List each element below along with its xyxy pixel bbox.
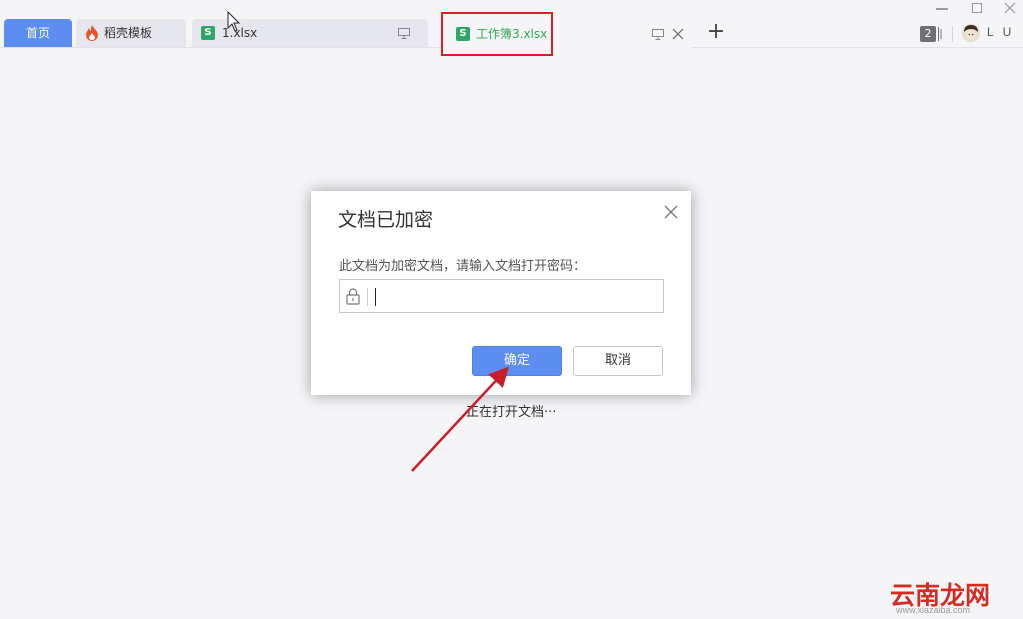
flame-icon [86, 25, 98, 41]
opening-status-text: 正在打开文档··· [466, 405, 557, 420]
username[interactable]: L U [987, 25, 1014, 39]
window-close-icon[interactable] [1004, 2, 1016, 14]
new-tab-button[interactable]: + [706, 21, 726, 43]
avatar-face-icon [962, 24, 980, 42]
monitor-icon[interactable] [398, 28, 410, 39]
dialog-title: 文档已加密 [338, 209, 434, 231]
dialog-message: 此文档为加密文档，请输入文档打开密码： [339, 259, 587, 274]
tab-templates-label: 稻壳模板 [104, 26, 153, 40]
text-caret [375, 288, 376, 306]
password-field-divider [367, 288, 368, 306]
lock-icon [346, 288, 360, 305]
annotation-highlight-box [441, 12, 553, 56]
app-window: 首页 稻壳模板 S 1.xlsx S 工作簿3.xlsx + 2 L U 正在打… [0, 0, 1023, 619]
close-tab-icon[interactable] [672, 28, 684, 40]
confirm-button[interactable]: 确定 [472, 346, 562, 376]
watermark: 云南龙网 www.xiazaiba.com [884, 572, 1023, 619]
tab-count-badge[interactable]: 2 [920, 26, 936, 42]
password-field[interactable] [339, 279, 664, 313]
avatar[interactable] [962, 24, 980, 42]
monitor-icon[interactable] [652, 29, 664, 40]
header-divider [952, 26, 953, 42]
mouse-cursor-icon [227, 11, 241, 32]
spreadsheet-icon: S [201, 26, 215, 40]
minimize-icon[interactable] [936, 8, 948, 10]
cancel-button[interactable]: 取消 [573, 346, 663, 376]
close-icon[interactable] [663, 204, 679, 220]
tab-stack-icon [938, 27, 942, 41]
tab-bar: 首页 稻壳模板 S 1.xlsx S 工作簿3.xlsx + 2 L U [0, 0, 1023, 56]
watermark-url: www.xiazaiba.com [896, 605, 971, 615]
password-input[interactable] [373, 282, 659, 310]
encrypted-document-dialog: 文档已加密 此文档为加密文档，请输入文档打开密码： 确定 取消 [311, 191, 691, 395]
maximize-icon[interactable] [972, 3, 982, 13]
tab-home[interactable]: 首页 [4, 19, 72, 47]
tab-templates[interactable]: 稻壳模板 [76, 19, 186, 47]
